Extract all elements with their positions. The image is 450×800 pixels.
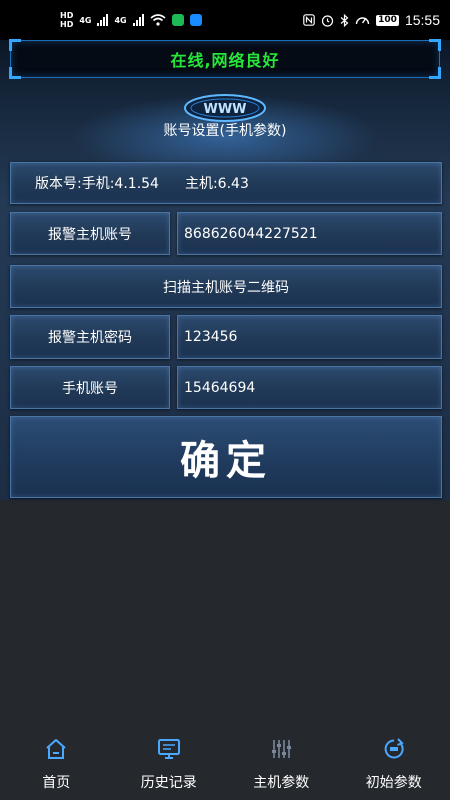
status-bar: HD HD 4G 4G 100 15:55 — [0, 0, 450, 40]
reset-icon — [384, 738, 404, 759]
www-logo-text: WWW — [203, 102, 246, 117]
app-notification-icon — [171, 14, 184, 26]
bluetooth-icon — [340, 13, 349, 27]
network-type-1: 4G — [79, 15, 92, 25]
network-status-text: 在线,网络良好 — [170, 51, 280, 70]
alarm-host-password-label: 报警主机密码 — [10, 315, 170, 359]
signal-icon — [132, 14, 144, 26]
alarm-host-account-label-text: 报警主机账号 — [48, 226, 132, 243]
phone-account-label-text: 手机账号 — [62, 380, 118, 397]
nav-home[interactable]: 首页 — [0, 728, 113, 800]
confirm-button[interactable]: 确定 — [10, 416, 442, 498]
nav-initial-params[interactable]: 初始参数 — [338, 728, 450, 800]
nfc-icon — [303, 14, 315, 26]
confirm-button-label: 确定 — [180, 438, 272, 484]
alarm-host-password-label-text: 报警主机密码 — [48, 330, 132, 346]
clock: 15:55 — [404, 12, 440, 28]
nav-host-params-label: 主机参数 — [253, 775, 310, 791]
sim-tags: HD HD — [60, 11, 74, 29]
frame-corner — [9, 39, 21, 51]
settings-panel: 在线,网络良好 WWW 账号设置(手机参数) 版本号:手机:4.1.54 主机:… — [0, 39, 450, 500]
frame-corner — [429, 67, 441, 79]
frame-corner — [429, 39, 441, 51]
alarm-host-account-field[interactable]: 868626044227521 — [177, 212, 442, 255]
scan-qr-code-button[interactable]: 扫描主机账号二维码 — [10, 265, 442, 308]
frame-corner — [9, 67, 21, 79]
alarm-host-password-field[interactable]: 123456 — [177, 315, 442, 359]
app-version-label: 版本号:手机:4.1.54 — [35, 176, 159, 192]
nav-history-label: 历史记录 — [140, 775, 197, 791]
home-icon — [46, 739, 66, 759]
network-type-2: 4G — [114, 15, 127, 25]
network-status-banner: 在线,网络良好 — [9, 39, 441, 79]
wifi-icon — [150, 14, 166, 26]
bottom-nav: 首页 历史记录 主机参数 初始参数 — [0, 728, 450, 800]
speed-icon — [355, 17, 370, 25]
sliders-icon — [272, 740, 292, 758]
scan-qr-code-label: 扫描主机账号二维码 — [163, 279, 289, 296]
alarm-icon — [322, 14, 334, 27]
status-left: HD HD 4G 4G — [60, 11, 202, 29]
app-notification-icon — [189, 14, 202, 26]
phone-account-field[interactable]: 15464694 — [177, 366, 442, 409]
alarm-host-account-label: 报警主机账号 — [10, 212, 170, 255]
nav-host-params[interactable]: 主机参数 — [225, 728, 338, 800]
nav-history[interactable]: 历史记录 — [113, 728, 226, 800]
nav-initial-params-label: 初始参数 — [365, 775, 422, 791]
signal-icon — [97, 14, 109, 26]
status-right: 100 15:55 — [303, 12, 440, 28]
battery-icon: 100 — [376, 14, 399, 26]
version-row: 版本号:手机:4.1.54 主机:6.43 — [10, 162, 442, 204]
nav-home-label: 首页 — [42, 775, 71, 791]
phone-account-label: 手机账号 — [10, 366, 170, 409]
host-version-label: 主机:6.43 — [184, 176, 249, 192]
page-title: 账号设置(手机参数) — [163, 123, 287, 139]
monitor-icon — [157, 739, 180, 759]
